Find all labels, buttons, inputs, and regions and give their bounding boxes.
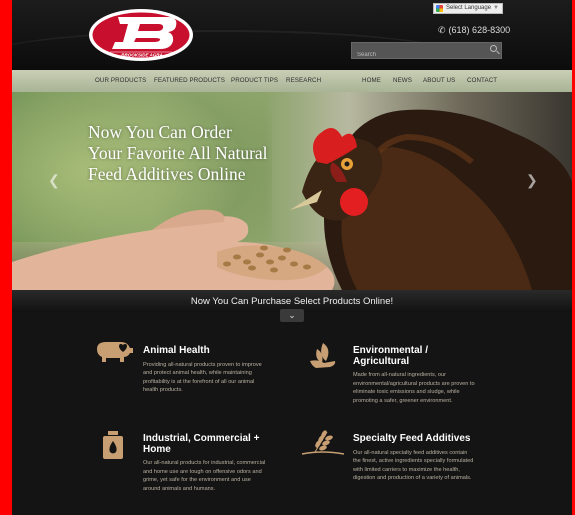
- feature-description: Our all-natural products for industrial,…: [143, 460, 266, 492]
- main-nav: OUR PRODUCTS FEATURED PRODUCTS PRODUCT T…: [12, 70, 572, 92]
- feature-title[interactable]: Specialty Feed Additives: [353, 433, 475, 445]
- phone-icon: ✆: [438, 25, 446, 35]
- feature-title[interactable]: Industrial, Commercial + Home: [143, 433, 268, 455]
- slider-next-icon[interactable]: ❯: [526, 172, 538, 189]
- feature-description: Providing all-natural products proven to…: [143, 361, 262, 394]
- feature-environmental[interactable]: Environmental / Agricultural Made from a…: [353, 345, 475, 405]
- leaf-hand-icon: [310, 343, 336, 368]
- wheat-icon: [301, 430, 345, 455]
- phone-text: (618) 628-8300: [448, 25, 511, 35]
- hero-slider: Now You Can Order Your Favorite All Natu…: [12, 92, 572, 290]
- language-selector[interactable]: Select Language ▼: [433, 3, 503, 14]
- feature-description: Made from all-natural ingredients, our e…: [353, 372, 475, 404]
- hero-headline: Now You Can Order Your Favorite All Natu…: [88, 122, 268, 184]
- feature-industrial[interactable]: Industrial, Commercial + Home Our all-na…: [143, 433, 268, 493]
- brookside-agra-logo[interactable]: BROOKSIDE AGRA: [88, 7, 194, 63]
- nav-product-tips[interactable]: PRODUCT TIPS: [231, 77, 278, 84]
- nav-featured-products[interactable]: FEATURED PRODUCTS: [154, 77, 225, 84]
- search-input[interactable]: [352, 47, 482, 63]
- bottle-drop-icon: [103, 431, 123, 459]
- nav-about-us[interactable]: ABOUT US: [423, 77, 455, 84]
- pig-heart-icon: [97, 342, 133, 362]
- slider-prev-icon[interactable]: ❮: [48, 172, 60, 189]
- website-frame: BROOKSIDE AGRA Select Language ▼ ✆ (618) …: [12, 0, 572, 515]
- search-box: [351, 42, 502, 63]
- nav-research[interactable]: RESEARCH: [286, 77, 321, 84]
- nav-home[interactable]: HOME: [362, 77, 381, 84]
- logo-text: BROOKSIDE AGRA: [121, 53, 163, 58]
- tagline-text[interactable]: Now You Can Purchase Select Products Onl…: [12, 296, 572, 307]
- nav-our-products[interactable]: OUR PRODUCTS: [95, 77, 146, 84]
- feature-specialty-feed[interactable]: Specialty Feed Additives Our all-natural…: [353, 433, 475, 483]
- feature-description: Our all-natural specialty feed additives…: [353, 449, 474, 482]
- feature-animal-health[interactable]: Animal Health Providing all-natural prod…: [143, 345, 268, 395]
- site-header: BROOKSIDE AGRA Select Language ▼ ✆ (618) …: [12, 0, 572, 70]
- google-translate-icon: [436, 5, 443, 12]
- search-icon[interactable]: [490, 45, 497, 52]
- chevron-down-icon[interactable]: ⌄: [280, 309, 304, 322]
- nav-contact[interactable]: CONTACT: [467, 77, 497, 84]
- dropdown-arrow-icon: ▼: [493, 5, 499, 11]
- feature-title[interactable]: Animal Health: [143, 345, 268, 357]
- feature-title[interactable]: Environmental / Agricultural: [353, 345, 475, 367]
- language-label: Select Language: [446, 5, 492, 11]
- phone-number[interactable]: ✆ (618) 628-8300: [438, 25, 510, 36]
- nav-news[interactable]: NEWS: [393, 77, 412, 84]
